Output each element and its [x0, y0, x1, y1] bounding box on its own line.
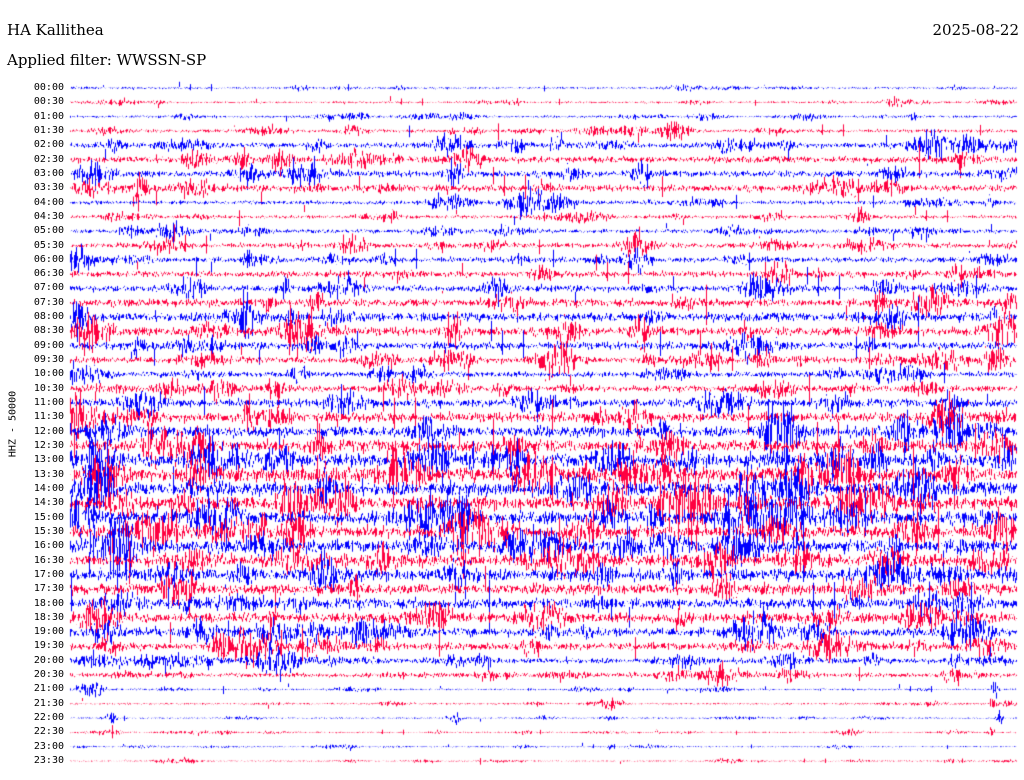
hour-label-0200: 02:00: [33, 139, 64, 151]
hour-label-0500: 05:00: [33, 225, 64, 237]
hour-label-0700: 07:00: [33, 282, 64, 294]
hour-label-1500: 15:00: [33, 511, 64, 523]
hour-label-2330: 23:30: [33, 755, 64, 767]
hour-label-0100: 01:00: [33, 110, 64, 122]
hour-label-0330: 03:30: [33, 182, 64, 194]
seismogram-traces: [0, 0, 1024, 780]
hour-label-0300: 03:00: [33, 167, 64, 179]
hour-label-0430: 04:30: [33, 210, 64, 222]
hour-label-0600: 06:00: [33, 253, 64, 265]
hour-label-2100: 21:00: [33, 683, 64, 695]
hour-label-0830: 08:30: [33, 325, 64, 337]
hour-label-1630: 16:30: [33, 554, 64, 566]
hour-label-0030: 00:30: [33, 96, 64, 108]
hour-label-0400: 04:00: [33, 196, 64, 208]
hour-label-1800: 18:00: [33, 597, 64, 609]
date-label: 2025-08-22: [932, 21, 1019, 39]
hour-label-0630: 06:30: [33, 268, 64, 280]
hour-label-1900: 19:00: [33, 626, 64, 638]
hour-label-2300: 23:00: [33, 740, 64, 752]
hour-label-0000: 00:00: [33, 82, 64, 93]
hour-label-0730: 07:30: [33, 296, 64, 308]
hour-label-0800: 08:00: [33, 311, 64, 323]
channel-label: HHZ - 50000: [7, 390, 19, 458]
hour-label-0130: 01:30: [33, 124, 64, 136]
hour-label-2230: 22:30: [33, 726, 64, 738]
hour-label-1330: 13:30: [33, 468, 64, 480]
hour-label-2000: 20:00: [33, 654, 64, 666]
hour-label-1400: 14:00: [33, 482, 64, 494]
hour-label-0900: 09:00: [33, 339, 64, 351]
hour-label-2030: 20:30: [33, 669, 64, 681]
hour-label-2200: 22:00: [33, 712, 64, 724]
hour-label-0230: 02:30: [33, 153, 64, 165]
hour-label-1000: 10:00: [33, 368, 64, 380]
hour-label-1930: 19:30: [33, 640, 64, 652]
hour-label-2130: 21:30: [33, 697, 64, 709]
hour-label-1730: 17:30: [33, 583, 64, 595]
hour-label-1530: 15:30: [33, 525, 64, 537]
hour-label-0530: 05:30: [33, 239, 64, 251]
hour-label-1430: 14:30: [33, 497, 64, 509]
hour-label-0930: 09:30: [33, 354, 64, 366]
hour-label-1600: 16:00: [33, 540, 64, 552]
filter-label: Applied filter: WWSSN-SP: [7, 51, 207, 69]
station-title: HA Kallithea: [7, 21, 104, 39]
hour-label-1700: 17:00: [33, 568, 64, 580]
hour-label-1830: 18:30: [33, 611, 64, 623]
